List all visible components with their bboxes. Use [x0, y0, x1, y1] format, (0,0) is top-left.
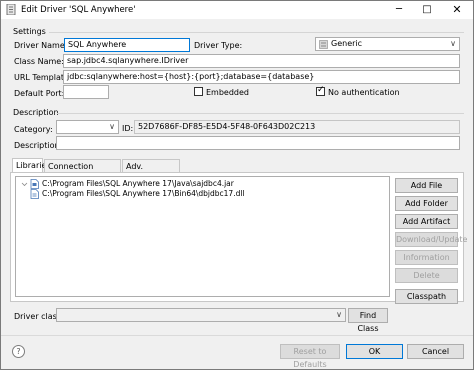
window-title: Edit Driver 'SQL Anywhere'	[21, 5, 136, 15]
settings-heading: Settings	[13, 27, 46, 36]
default-port-input[interactable]	[63, 85, 109, 99]
category-select[interactable]: ∨	[56, 120, 119, 134]
download-update-button[interactable]: Download/Update	[395, 232, 467, 247]
reset-to-defaults-button[interactable]: Reset to Defaults	[280, 344, 340, 369]
description-heading: Description	[13, 108, 59, 117]
information-button[interactable]: Information	[395, 250, 458, 265]
default-port-label: Default Port:	[14, 89, 65, 98]
driver-type-label: Driver Type:	[194, 41, 243, 50]
tab-connection-properties[interactable]: Connection properties	[44, 159, 121, 184]
id-label: ID:	[122, 124, 134, 133]
driver-class-select[interactable]: ∨	[56, 308, 346, 322]
delete-button[interactable]: Delete	[395, 268, 458, 283]
no-authentication-checkbox[interactable]	[316, 85, 325, 96]
find-class-button[interactable]: Find Class	[348, 308, 388, 333]
minimize-icon[interactable]: ─	[385, 1, 413, 19]
category-label: Category:	[14, 125, 53, 134]
libraries-list[interactable]: C:\Program Files\SQL Anywhere 17\Java\sa…	[15, 176, 390, 297]
driver-type-icon	[319, 40, 328, 49]
classpath-button[interactable]: Classpath	[395, 289, 458, 304]
dbeaver-app-icon	[6, 4, 16, 15]
url-template-input[interactable]: jdbc:sqlanywhere:host={host}:{port};data…	[63, 70, 460, 84]
driver-type-value: Generic	[331, 39, 363, 48]
id-value-field: 52D7686F-DF85-E5D4-5F48-0F643D02C213	[134, 120, 460, 134]
dll-file-icon	[30, 189, 39, 199]
expand-toggle-icon[interactable]	[20, 179, 29, 188]
chevron-down-icon: ∨	[450, 39, 456, 48]
maximize-icon[interactable]: □	[413, 1, 441, 19]
settings-separator	[49, 32, 464, 33]
title-bar[interactable]: Edit Driver 'SQL Anywhere' ─ □ ✕	[1, 1, 473, 19]
embedded-label: Embedded	[206, 88, 250, 97]
library-path: C:\Program Files\SQL Anywhere 17\Java\sa…	[42, 179, 234, 188]
close-icon[interactable]: ✕	[443, 1, 471, 19]
tab-adv-parameters[interactable]: Adv. parameters	[122, 159, 180, 184]
ok-button[interactable]: OK	[346, 344, 403, 359]
help-icon[interactable]: ?	[12, 345, 25, 358]
chevron-down-icon: ∨	[109, 122, 115, 131]
no-authentication-label: No authentication	[328, 88, 400, 97]
library-path: C:\Program Files\SQL Anywhere 17\Bin64\d…	[42, 189, 245, 198]
driver-name-label: Driver Name*:	[14, 41, 72, 50]
chevron-down-icon: ∨	[336, 310, 342, 319]
add-artifact-button[interactable]: Add Artifact	[395, 214, 458, 229]
jar-file-icon	[30, 179, 39, 189]
class-name-label: Class Name:	[14, 57, 64, 66]
edit-driver-dialog: Edit Driver 'SQL Anywhere' ─ □ ✕ Setting…	[0, 0, 474, 370]
driver-type-select[interactable]: Generic ∨	[315, 37, 460, 51]
tab-libraries[interactable]: Libraries	[12, 158, 51, 172]
add-folder-button[interactable]: Add Folder	[395, 196, 458, 211]
class-name-input[interactable]: sap.jdbc4.sqlanywhere.IDriver	[63, 54, 460, 68]
footer-separator	[1, 335, 473, 336]
embedded-checkbox[interactable]	[194, 87, 203, 96]
cancel-button[interactable]: Cancel	[407, 344, 464, 359]
description-separator	[57, 113, 464, 114]
driver-name-input[interactable]: SQL Anywhere	[64, 38, 190, 52]
description-input[interactable]	[56, 136, 460, 150]
add-file-button[interactable]: Add File	[395, 178, 458, 193]
